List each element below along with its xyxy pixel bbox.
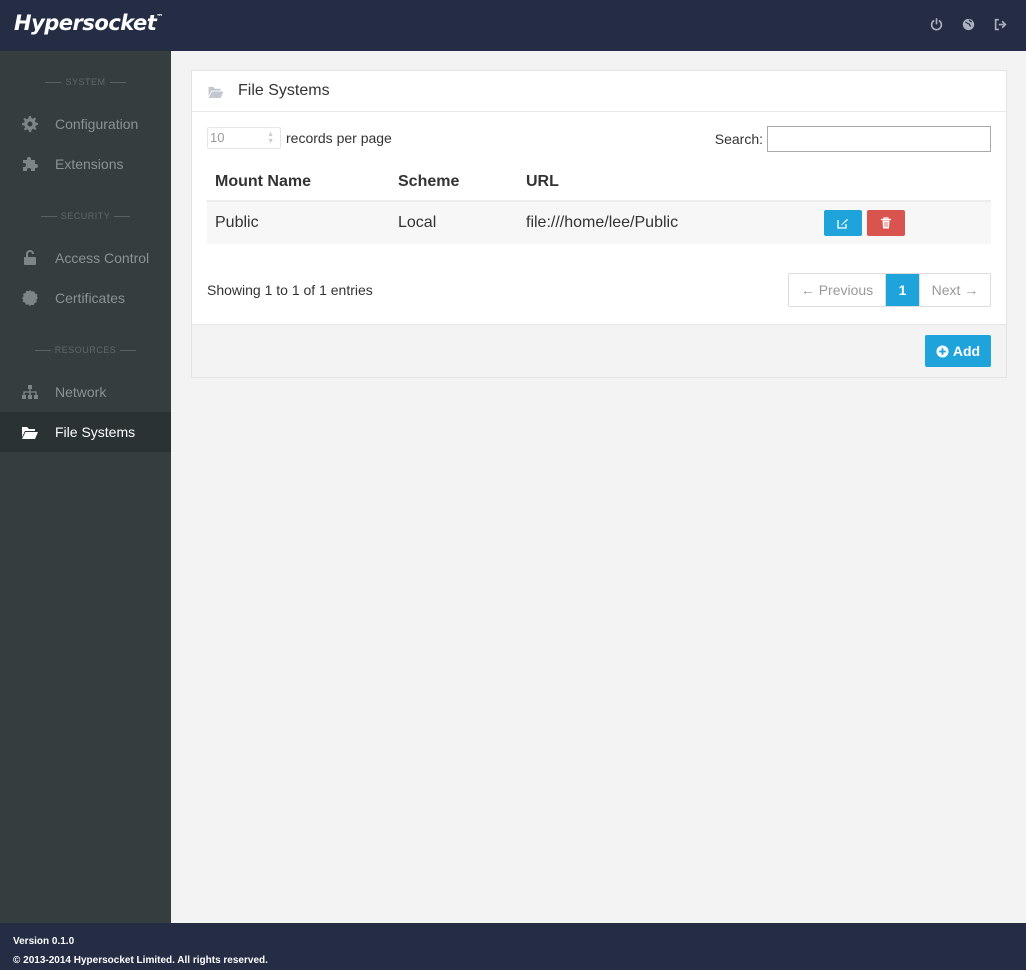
sidebar: SYSTEM Configuration Extensions SECURITY… [0, 51, 171, 923]
search-box: Search: [715, 126, 991, 152]
sidebar-section-label: SECURITY [60, 211, 111, 221]
sidebar-item-access-control[interactable]: Access Control [0, 238, 171, 278]
unlock-icon [20, 248, 40, 268]
column-header-scheme[interactable]: Scheme [398, 173, 526, 191]
records-per-page-select[interactable]: 10 ▲ ▼ [207, 127, 281, 149]
top-icons [928, 16, 1008, 32]
globe-icon[interactable] [960, 16, 976, 32]
folder-open-icon [208, 84, 226, 98]
sign-out-icon[interactable] [992, 16, 1008, 32]
panel-header: File Systems [192, 71, 1006, 112]
cell-url: file:///home/lee/Public [526, 214, 679, 231]
version-text: Version 0.1.0 [13, 936, 75, 947]
sidebar-section-system: SYSTEM [0, 77, 171, 87]
cell-actions [824, 210, 991, 236]
edit-button[interactable] [824, 210, 862, 236]
search-label: Search: [714, 131, 763, 147]
sidebar-item-label: Access Control [55, 250, 150, 266]
file-systems-panel: File Systems 10 ▲ ▼ records per page Sear… [191, 70, 1007, 378]
column-header-url[interactable]: URL [526, 173, 824, 191]
previous-page-button[interactable]: ← Previous [789, 274, 886, 306]
trash-icon [881, 217, 891, 229]
records-per-page: 10 ▲ ▼ records per page [207, 127, 392, 149]
logo-trademark: ™ [156, 13, 163, 21]
records-per-page-value: 10 [210, 130, 225, 145]
sidebar-section-label: SYSTEM [65, 77, 106, 87]
sidebar-item-configuration[interactable]: Configuration [0, 104, 171, 144]
table-info: Showing 1 to 1 of 1 entries [207, 282, 373, 298]
sidebar-item-extensions[interactable]: Extensions [0, 144, 171, 184]
sidebar-item-certificates[interactable]: Certificates [0, 278, 171, 318]
top-navbar: Hypersocket™ [0, 0, 1026, 51]
add-button-label: Add [952, 343, 981, 359]
sidebar-item-label: Extensions [55, 156, 124, 172]
page-1-button[interactable]: 1 [886, 274, 919, 306]
edit-icon [837, 219, 848, 229]
sidebar-item-label: Network [55, 384, 107, 400]
gear-icon [20, 114, 40, 134]
sidebar-item-file-systems[interactable]: File Systems [0, 412, 171, 452]
sidebar-item-label: File Systems [55, 424, 136, 440]
records-per-page-label: records per page [286, 130, 392, 146]
sidebar-item-label: Certificates [55, 290, 126, 306]
sidebar-section-label: RESOURCES [54, 345, 117, 355]
sidebar-section-security: SECURITY [0, 211, 171, 221]
plus-circle-icon [936, 344, 949, 358]
column-header-mount-name[interactable]: Mount Name [207, 173, 398, 191]
next-page-button[interactable]: Next → [919, 274, 990, 306]
power-icon[interactable] [928, 16, 944, 32]
footer: Version 0.1.0 © 2013-2014 Hypersocket Li… [0, 923, 1026, 970]
table-row: Public Local file:///home/lee/Public [207, 202, 991, 244]
delete-button[interactable] [867, 210, 905, 236]
page-title: File Systems [238, 82, 330, 99]
file-systems-table: Mount Name Scheme URL Public Local file:… [207, 163, 991, 244]
copyright-text: © 2013-2014 Hypersocket Limited. All rig… [13, 955, 268, 966]
select-arrows-icon: ▲ ▼ [267, 131, 274, 145]
table-header: Mount Name Scheme URL [207, 163, 991, 202]
search-input[interactable] [767, 126, 991, 152]
sidebar-item-label: Configuration [55, 116, 139, 132]
puzzle-icon [20, 154, 40, 174]
add-button[interactable]: Add [925, 335, 991, 367]
sidebar-item-network[interactable]: Network [0, 372, 171, 412]
cell-mount-name: Public [215, 214, 259, 231]
panel-footer: Add [192, 324, 1006, 377]
pagination: ← Previous 1 Next → [788, 273, 991, 307]
sidebar-section-resources: RESOURCES [0, 345, 171, 355]
sitemap-icon [20, 382, 40, 402]
logo[interactable]: Hypersocket™ [14, 11, 163, 35]
logo-text: Hypersocket [14, 11, 157, 35]
cell-scheme: Local [398, 214, 437, 231]
certificate-icon [20, 288, 40, 308]
folder-open-icon [20, 422, 40, 442]
